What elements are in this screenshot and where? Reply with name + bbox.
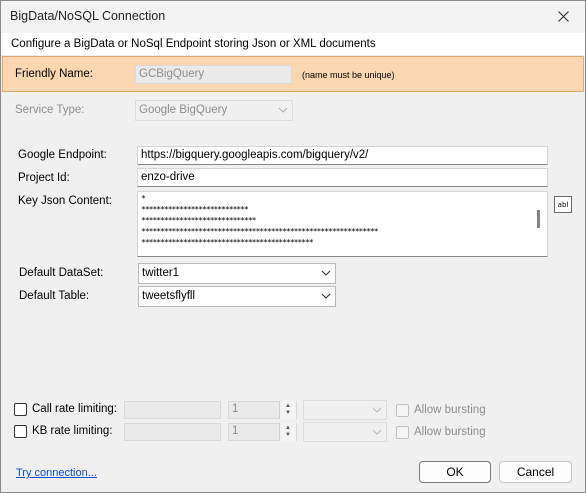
- kb-rate-unit-select[interactable]: [303, 422, 387, 442]
- chevron-down-icon: [372, 429, 382, 435]
- spin-down-icon[interactable]: ▼: [285, 432, 291, 439]
- window-title: BigData/NoSQL Connection: [10, 9, 166, 23]
- title-bar: BigData/NoSQL Connection: [1, 1, 585, 33]
- try-connection-link[interactable]: Try connection...: [16, 467, 97, 479]
- kb-rate-count-value: 1: [232, 425, 239, 437]
- dialog-window: BigData/NoSQL Connection Configure a Big…: [0, 0, 586, 493]
- kb-rate-label: KB rate limiting:: [32, 425, 113, 437]
- call-rate-value-input[interactable]: [124, 401, 221, 419]
- spin-up-icon[interactable]: ▲: [285, 425, 291, 432]
- chevron-down-icon: [321, 270, 331, 276]
- chevron-down-icon: [278, 107, 288, 113]
- cancel-button[interactable]: Cancel: [499, 461, 572, 483]
- service-type-label: Service Type:: [15, 104, 85, 116]
- text-field-icon[interactable]: abl: [554, 196, 572, 213]
- key-json-scrollbar[interactable]: [531, 192, 547, 256]
- default-dataset-label: Default DataSet:: [19, 267, 104, 279]
- project-id-label: Project Id:: [18, 172, 70, 184]
- default-table-value: tweetsflyfll: [142, 290, 196, 302]
- friendly-name-label: Friendly Name:: [15, 68, 93, 80]
- endpoint-input[interactable]: https://bigquery.googleapis.com/bigquery…: [137, 146, 548, 165]
- ok-button[interactable]: OK: [419, 461, 491, 483]
- call-rate-bursting-label: Allow bursting: [414, 404, 486, 416]
- scrollbar-thumb[interactable]: [537, 210, 540, 228]
- call-rate-spin-buttons[interactable]: ▲ ▼: [279, 401, 296, 419]
- spin-down-icon[interactable]: ▼: [285, 410, 291, 417]
- chevron-down-icon: [321, 293, 331, 299]
- project-id-input[interactable]: enzo-drive: [137, 168, 548, 187]
- close-icon: [557, 10, 569, 22]
- kb-rate-value-input[interactable]: [124, 423, 221, 441]
- call-rate-label: Call rate limiting:: [32, 403, 117, 415]
- key-json-line: ****************************************…: [141, 227, 379, 236]
- key-json-line: ****************************: [141, 205, 249, 214]
- close-button[interactable]: [541, 1, 585, 31]
- spin-up-icon[interactable]: ▲: [285, 403, 291, 410]
- default-table-label: Default Table:: [19, 290, 90, 302]
- call-rate-bursting-checkbox[interactable]: [396, 404, 409, 417]
- dialog-description: Configure a BigData or NoSql Endpoint st…: [11, 38, 376, 50]
- default-dataset-value: twitter1: [142, 267, 180, 279]
- friendly-name-hint: (name must be unique): [302, 70, 395, 80]
- kb-rate-bursting-checkbox[interactable]: [396, 426, 409, 439]
- key-json-line: *: [141, 194, 146, 203]
- default-dataset-select[interactable]: twitter1: [138, 263, 336, 284]
- header-band: Configure a BigData or NoSql Endpoint st…: [1, 33, 585, 55]
- call-rate-count-value: 1: [232, 403, 239, 415]
- friendly-name-input[interactable]: GCBigQuery: [135, 65, 292, 84]
- kb-rate-bursting-label: Allow bursting: [414, 426, 486, 438]
- service-type-select[interactable]: Google BigQuery: [135, 100, 293, 121]
- call-rate-unit-select[interactable]: [303, 400, 387, 420]
- endpoint-label: Google Endpoint:: [18, 149, 107, 161]
- chevron-down-icon: [372, 407, 382, 413]
- kb-rate-spin-buttons[interactable]: ▲ ▼: [279, 423, 296, 441]
- key-json-line: ******************************: [141, 216, 257, 225]
- key-json-line: ****************************************…: [141, 238, 314, 247]
- call-rate-checkbox[interactable]: [14, 403, 27, 416]
- key-json-label: Key Json Content:: [18, 195, 112, 207]
- service-type-value: Google BigQuery: [139, 104, 228, 116]
- default-table-select[interactable]: tweetsflyfll: [138, 286, 336, 307]
- key-json-textarea[interactable]: * **************************** *********…: [137, 191, 548, 257]
- kb-rate-checkbox[interactable]: [14, 425, 27, 438]
